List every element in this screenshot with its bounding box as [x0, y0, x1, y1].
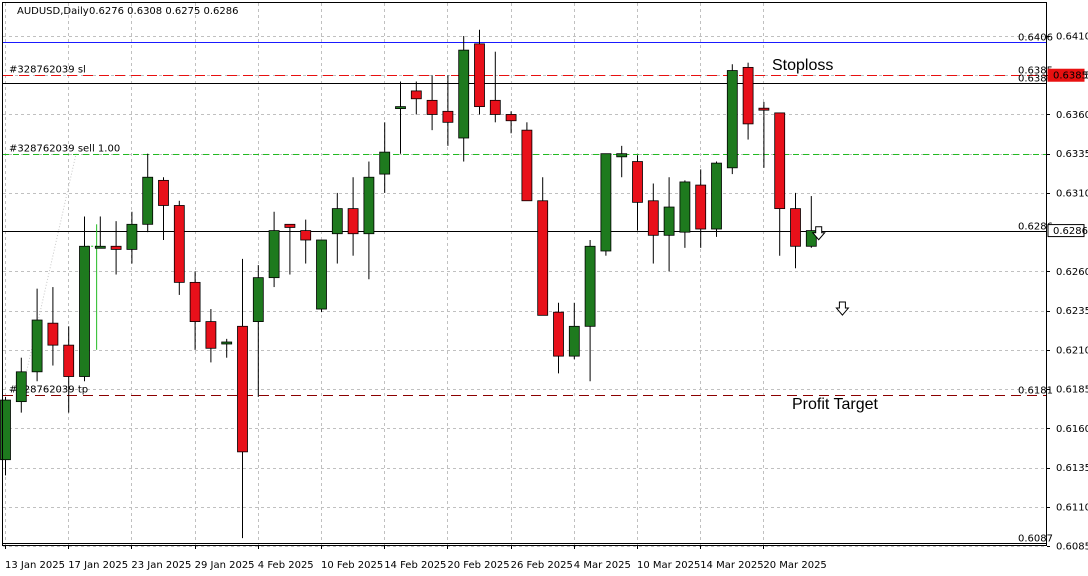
time-tick-label: 29 Jan 2025	[195, 560, 255, 571]
candle-body	[221, 341, 233, 345]
price-tick-label: 0.6110	[1056, 502, 1088, 513]
candle-body	[632, 161, 643, 203]
candle-body	[774, 112, 786, 210]
price-tick-label: 0.6135	[1056, 463, 1088, 474]
stoploss-line-order-label: #328762039 sl	[9, 65, 86, 76]
take-profit-line-value: 0.6181	[1018, 386, 1053, 397]
candle-body	[110, 245, 122, 250]
candle[interactable]	[521, 122, 533, 202]
candle-body	[237, 325, 248, 453]
current-price-tag-label: 0.6286	[1053, 226, 1088, 237]
candle-body	[395, 106, 406, 110]
candle-body	[458, 49, 470, 139]
price-tick-label: 0.6410	[1056, 32, 1088, 43]
candle-body	[758, 107, 770, 111]
price-tick-label: 0.6210	[1056, 345, 1088, 356]
candle-body	[316, 239, 327, 310]
candle-body	[158, 179, 169, 206]
candle-body	[300, 230, 312, 241]
candle-body	[584, 245, 596, 327]
candle-body	[142, 176, 154, 225]
candle-body	[553, 311, 564, 357]
price-tick-label: 0.6085	[1056, 542, 1088, 553]
profit-target-annotation: Profit Target	[792, 396, 879, 413]
candle-body	[410, 90, 422, 100]
candle-body	[284, 223, 296, 228]
time-tick-label: 10 Mar 2025	[637, 560, 700, 571]
candle-body	[474, 43, 485, 108]
candle-body	[505, 114, 517, 122]
candle-body	[695, 184, 707, 230]
candle-body	[711, 162, 722, 230]
candle-body	[15, 371, 27, 403]
time-tick-label: 4 Mar 2025	[574, 560, 631, 571]
candle-body	[379, 151, 391, 175]
candle-body	[616, 153, 628, 158]
price-tick-label: 0.6310	[1056, 188, 1088, 199]
candle[interactable]	[726, 64, 738, 175]
price-tick-label: 0.6260	[1056, 267, 1088, 278]
time-tick-label: 13 Jan 2025	[5, 560, 65, 571]
stoploss-annotation: Stoploss	[772, 57, 833, 74]
time-tick-label: 26 Feb 2025	[511, 560, 573, 571]
chart-header-ohlc: 0.6276 0.6308 0.6275 0.6286	[89, 6, 239, 17]
price-tick-label: 0.6160	[1056, 424, 1088, 435]
time-tick-label: 10 Feb 2025	[321, 560, 383, 571]
candle-body	[521, 129, 533, 202]
candle[interactable]	[173, 200, 185, 295]
candle-body	[726, 70, 738, 169]
candle-body	[252, 277, 264, 322]
candle-body	[347, 208, 359, 235]
candle-body	[63, 344, 75, 377]
time-tick-label: 23 Jan 2025	[131, 560, 191, 571]
candle-body	[189, 281, 201, 323]
candle-body	[442, 110, 454, 123]
candle-body	[268, 230, 280, 279]
stoploss-price-tag-label: 0.6385	[1053, 71, 1088, 82]
time-tick-label: 14 Mar 2025	[700, 560, 763, 571]
candle-body	[568, 325, 580, 357]
candle-body	[426, 99, 438, 115]
candle-body	[126, 223, 138, 250]
candle-body	[790, 208, 801, 247]
time-tick-label: 20 Mar 2025	[763, 560, 826, 571]
candle[interactable]	[600, 153, 612, 256]
time-tick-label: 17 Jan 2025	[68, 560, 128, 571]
time-tick-label: 4 Feb 2025	[258, 560, 314, 571]
candle-body	[663, 206, 675, 236]
price-tick-label: 0.6235	[1056, 306, 1088, 317]
price-tick-label: 0.6335	[1056, 149, 1088, 160]
time-tick-label: 14 Feb 2025	[384, 560, 446, 571]
candle-body	[489, 99, 501, 115]
candle-body	[94, 245, 106, 249]
candlestick-chart: 0.64060.6385#328762039 sl0.6380#32876203…	[0, 0, 1088, 576]
candle-body	[537, 200, 549, 316]
high-line-value: 0.6406	[1018, 33, 1053, 44]
candle-body	[205, 321, 217, 349]
price-tick-label: 0.6360	[1056, 110, 1088, 121]
entry-line-order-label: #328762039 sell 1.00	[9, 144, 120, 155]
candle-body	[79, 245, 90, 377]
candle-body	[31, 319, 43, 373]
candle-body	[647, 200, 659, 236]
candle-body	[47, 322, 59, 346]
candle-body	[679, 181, 691, 233]
chart-header-symbol: AUDUSD,Daily	[17, 6, 89, 17]
candle-body	[331, 208, 343, 235]
price-tick-label: 0.6185	[1056, 385, 1088, 396]
candle[interactable]	[316, 239, 327, 313]
low-line-value: 0.6087	[1018, 534, 1053, 545]
candle-body	[363, 176, 375, 235]
candle-body	[742, 66, 754, 125]
candle[interactable]	[711, 161, 722, 237]
candle-body	[600, 153, 612, 252]
time-tick-label: 20 Feb 2025	[447, 560, 509, 571]
candle-body	[173, 205, 185, 283]
